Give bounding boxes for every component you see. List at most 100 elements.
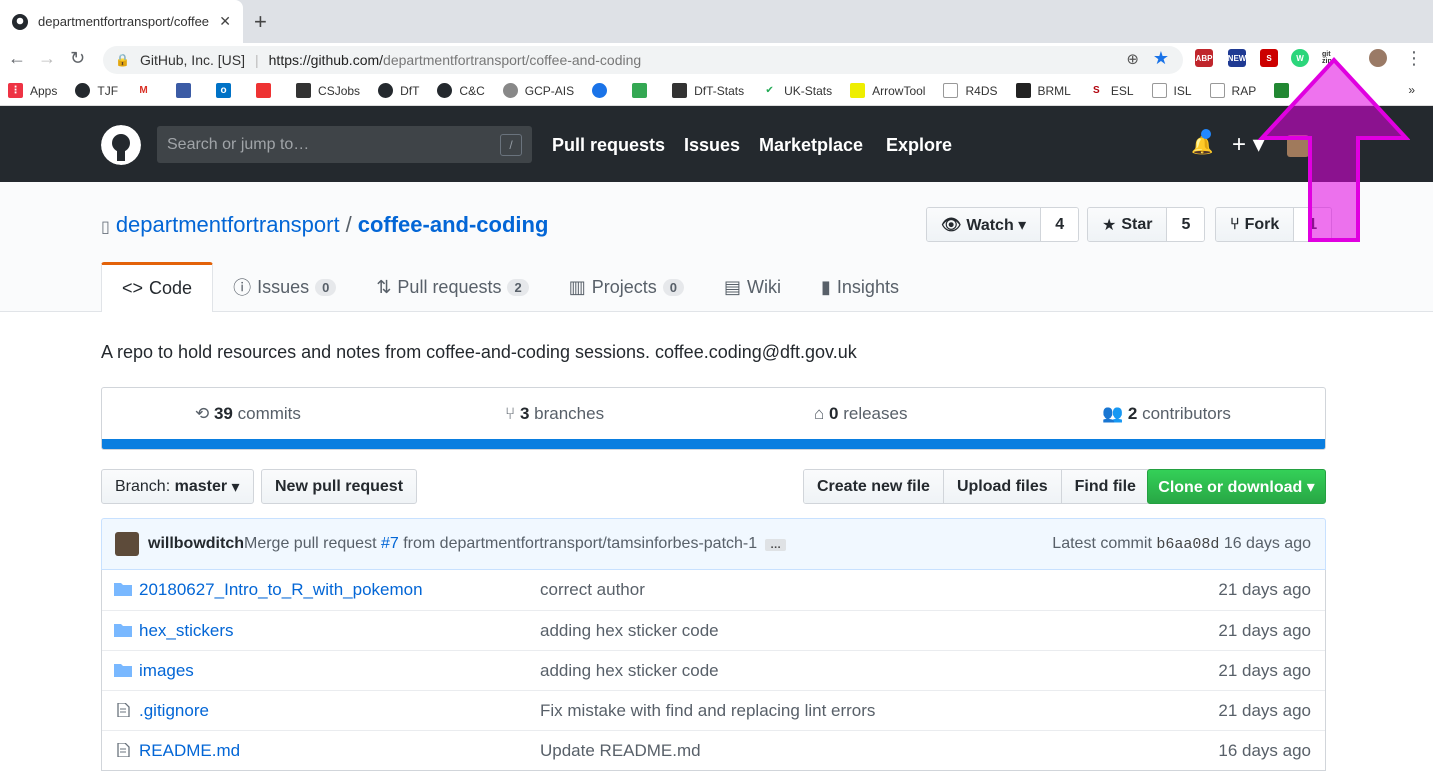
language-bar[interactable] — [102, 439, 1325, 449]
adblock-extension-icon[interactable]: ABP — [1195, 49, 1213, 67]
back-icon[interactable]: ← — [8, 48, 26, 69]
bookmark-gmail[interactable]: M — [136, 83, 158, 98]
tab-close-icon[interactable]: ✕ — [219, 13, 231, 30]
file-row: hex_stickers adding hex sticker code 21 da… — [102, 610, 1325, 650]
file-name-link[interactable]: hex_stickers — [139, 621, 233, 641]
file-commit-message[interactable]: correct author — [540, 580, 645, 600]
clone-or-download-button[interactable]: Clone or download ▾ — [1147, 469, 1326, 504]
file-name-link[interactable]: .gitignore — [139, 701, 209, 721]
commit-author[interactable]: willbowditch — [148, 535, 244, 553]
repo-owner-link[interactable]: departmentfortransport — [116, 212, 340, 237]
eye-icon: 👁 — [941, 216, 962, 234]
bookmark-icon-10[interactable] — [592, 83, 614, 98]
repo-name-link[interactable]: coffee-and-coding — [358, 212, 549, 237]
file-name-link[interactable]: 20180627_Intro_to_R_with_pokemon — [139, 580, 423, 600]
branches-link[interactable]: ⑂ 3 branches — [505, 404, 604, 424]
bookmark-star-icon[interactable]: ★ — [1153, 48, 1169, 69]
nav-pull-requests[interactable]: Pull requests — [552, 135, 665, 156]
expand-commit-button[interactable]: … — [765, 539, 787, 551]
bookmark-isl[interactable]: ISL — [1151, 83, 1192, 98]
apps-grid-icon: ⋮ — [8, 83, 23, 98]
bookmark-icon-2[interactable] — [176, 83, 198, 98]
arrowtool-icon — [850, 83, 866, 98]
branch-select[interactable]: Branch: master ▾ — [101, 469, 254, 504]
new-pull-request-button[interactable]: New pull request — [261, 469, 418, 504]
bookmark-gcp[interactable]: GCP-AIS — [502, 83, 574, 98]
bookmark-csjobs[interactable]: CSJobs — [296, 83, 360, 98]
new-tab-icon[interactable]: + — [254, 9, 267, 35]
project-icon: ▥ — [568, 276, 586, 297]
bookmark-brml[interactable]: BRML — [1015, 83, 1071, 98]
file-name-link[interactable]: README.md — [139, 741, 240, 761]
tab-wiki[interactable]: ▤ Wiki — [704, 262, 801, 312]
bookmark-arrowtool[interactable]: ArrowTool — [850, 83, 925, 98]
create-new-file-button[interactable]: Create new file — [804, 470, 944, 503]
bookmark-uk-stats[interactable]: ✔ UK-Stats — [762, 83, 832, 98]
notifications-bell-icon[interactable]: 🔔 — [1191, 129, 1213, 156]
commit-sha[interactable]: b6aa08d — [1156, 536, 1219, 553]
bookmark-r4ds[interactable]: R4DS — [943, 83, 998, 98]
star-count[interactable]: 5 — [1167, 208, 1205, 241]
url-host: https://github.com/ — [268, 52, 384, 68]
tab-projects[interactable]: ▥ Projects 0 — [549, 262, 704, 312]
bookmark-esl[interactable]: S ESL — [1088, 83, 1134, 98]
nav-explore[interactable]: Explore — [886, 135, 952, 156]
bookmark-outlook[interactable]: o — [216, 83, 238, 98]
address-bar[interactable]: 🔒 GitHub, Inc. [US] | https://github.com… — [103, 46, 1183, 74]
file-age: 16 days ago — [1218, 741, 1311, 760]
repo-header: ▯ departmentfortransport / coffee-and-codin… — [0, 182, 1433, 312]
upload-files-button[interactable]: Upload files — [943, 470, 1062, 503]
find-file-button[interactable]: Find file — [1061, 470, 1149, 503]
browser-tab[interactable]: departmentfortransport/coffee ✕ — [0, 0, 243, 43]
bookmark-maps[interactable] — [632, 83, 654, 98]
folder-icon — [114, 583, 132, 596]
nav-marketplace[interactable]: Marketplace — [759, 135, 863, 156]
bookmark-rap[interactable]: RAP — [1209, 83, 1256, 98]
bookmark-cc[interactable]: C&C — [437, 83, 485, 98]
pr-link[interactable]: #7 — [381, 535, 399, 552]
tab-issues[interactable]: ⓘ Issues 0 — [213, 262, 356, 312]
contributors-link[interactable]: 👥 2 contributors — [1102, 404, 1231, 424]
pulls-counter: 2 — [507, 278, 529, 296]
bookmark-apps[interactable]: ⋮ Apps — [8, 83, 57, 98]
releases-link[interactable]: ⌂ 0 releases — [814, 404, 907, 424]
stats-icon — [672, 83, 688, 98]
file-commit-message[interactable]: Update README.md — [540, 741, 701, 761]
star-group: ★ Star 5 — [1087, 207, 1206, 242]
latest-commit-bar: willbowditch Merge pull request #7 from … — [101, 518, 1326, 570]
bookmark-dft[interactable]: DfT — [378, 83, 419, 98]
file-age: 21 days ago — [1218, 661, 1311, 680]
file-commit-message[interactable]: Fix mistake with find and replacing lint… — [540, 701, 875, 721]
search-input[interactable]: Search or jump to… / — [157, 126, 532, 163]
github-logo-icon[interactable] — [101, 125, 141, 165]
tab-code[interactable]: <> Code — [101, 262, 214, 312]
file-commit-message[interactable]: adding hex sticker code — [540, 661, 719, 681]
bookmark-icon-4[interactable] — [256, 83, 278, 98]
watch-button[interactable]: 👁 Watch ▾ — [927, 208, 1042, 241]
bookmark-dft-stats[interactable]: DfT-Stats — [672, 83, 744, 98]
watch-count[interactable]: 4 — [1041, 208, 1079, 241]
fork-icon: ⑂ — [1230, 215, 1240, 233]
commit-message: Merge pull request #7 from departmentfor… — [244, 535, 787, 553]
url-separator: | — [255, 52, 259, 68]
bookmark-tjf[interactable]: TJF — [75, 83, 118, 98]
unread-dot — [1201, 129, 1211, 139]
news-extension-icon[interactable]: NEW — [1228, 49, 1246, 67]
file-name-link[interactable]: images — [139, 661, 194, 681]
star-button[interactable]: ★ Star — [1088, 208, 1168, 241]
commits-link[interactable]: ⟲ 39 commits — [195, 404, 301, 424]
zoom-icon[interactable]: ⊕ — [1126, 50, 1139, 68]
tab-insights[interactable]: ▮ Insights — [801, 262, 919, 312]
issues-counter: 0 — [315, 278, 337, 296]
tab-pull-requests[interactable]: ⇅ Pull requests 2 — [356, 262, 548, 312]
maps-icon — [632, 83, 648, 98]
gear-icon — [502, 83, 518, 98]
reload-icon[interactable]: ↻ — [70, 48, 85, 69]
file-commit-message[interactable]: adding hex sticker code — [540, 621, 719, 641]
nav-issues[interactable]: Issues — [684, 135, 740, 156]
folder-icon — [114, 664, 132, 677]
forward-icon[interactable]: → — [38, 48, 56, 69]
latest-commit-info: Latest commit b6aa08d 16 days ago — [1052, 535, 1311, 553]
commit-author-avatar[interactable] — [115, 532, 139, 556]
repo-title-separator: / — [345, 212, 352, 237]
